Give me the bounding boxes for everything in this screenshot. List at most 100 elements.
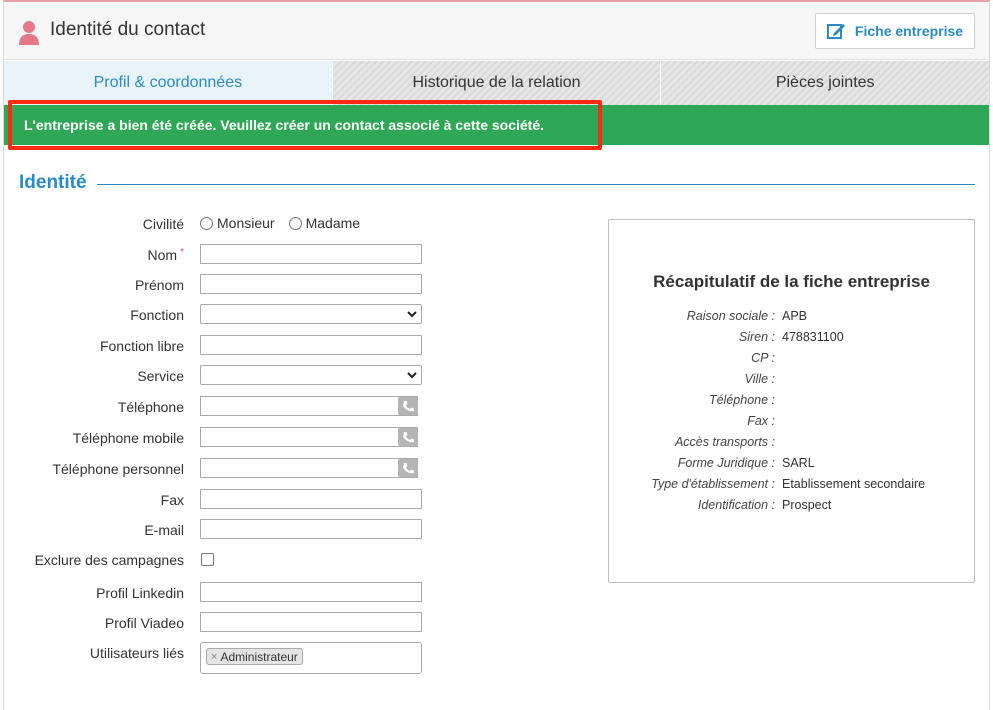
alert-highlight-box [8, 100, 602, 150]
phone-call-button[interactable] [398, 428, 418, 446]
fonction-label: Fonction [130, 307, 184, 323]
row-nom: Nom * [4, 244, 434, 266]
recap-value: Prospect [782, 498, 832, 512]
telephone-label: Téléphone [117, 399, 184, 415]
panel-header: Identité du contact Fiche entreprise [4, 2, 989, 60]
service-select[interactable] [200, 365, 422, 385]
utilisateurs-label: Utilisateurs liés [89, 645, 184, 661]
telephone-mobile-label: Téléphone mobile [72, 430, 184, 446]
radio-circle[interactable] [200, 216, 213, 230]
telephone-personnel-input[interactable] [200, 458, 418, 478]
radio-madame-label: Madame [305, 215, 361, 231]
viadeo-input[interactable] [200, 612, 422, 632]
telephone-personnel-label: Téléphone personnel [52, 461, 184, 477]
row-linkedin: Profil Linkedin [4, 582, 434, 604]
nom-label-text: Nom [147, 247, 178, 263]
fonction-libre-label: Fonction libre [99, 338, 184, 354]
recap-value: 478831100 [782, 330, 844, 344]
utilisateurs-multiselect[interactable]: × Administrateur [200, 642, 422, 674]
telephone-input[interactable] [200, 396, 418, 416]
phone-icon [402, 462, 414, 473]
radio-monsieur[interactable]: Monsieur [200, 215, 275, 231]
linkedin-label: Profil Linkedin [96, 585, 184, 601]
recap-key: Raison sociale : [686, 309, 775, 323]
row-email: E-mail [4, 519, 434, 541]
section-title: Identité [19, 172, 87, 193]
recap-key: CP : [751, 351, 775, 365]
chevron-down-icon [407, 311, 417, 318]
email-label: E-mail [144, 522, 184, 538]
fonction-libre-input[interactable] [200, 335, 422, 355]
fonction-select[interactable] [200, 304, 422, 324]
row-fonction: Fonction [4, 304, 434, 326]
edit-icon [826, 24, 845, 39]
tab-pieces-jointes[interactable]: Pièces jointes [660, 61, 990, 105]
recap-row: Accès transports : [609, 435, 974, 453]
row-fonction-libre: Fonction libre [4, 335, 434, 357]
recap-row: CP : [609, 351, 974, 369]
fax-label: Fax [160, 492, 184, 508]
fiche-entreprise-label: Fiche entreprise [854, 23, 964, 39]
recap-row: Identification : Prospect [609, 498, 974, 516]
user-chip: × Administrateur [206, 648, 303, 665]
page-title: Identité du contact [50, 19, 206, 40]
radio-monsieur-label: Monsieur [217, 215, 275, 231]
recap-row: Fax : [609, 414, 974, 432]
row-telephone-mobile: Téléphone mobile [4, 427, 434, 449]
recap-row: Forme Juridique : SARL [609, 456, 974, 474]
chip-remove-icon[interactable]: × [211, 651, 217, 663]
chevron-down-icon [407, 372, 417, 379]
phone-icon [402, 431, 414, 442]
recap-key: Forme Juridique : [677, 456, 775, 470]
email-input[interactable] [200, 519, 422, 539]
phone-call-button[interactable] [398, 459, 418, 477]
recap-key: Siren : [738, 330, 775, 344]
nom-label: Nom * [148, 247, 184, 263]
fiche-entreprise-button[interactable]: Fiche entreprise [815, 13, 975, 49]
row-telephone-personnel: Téléphone personnel [4, 458, 434, 480]
linkedin-input[interactable] [200, 582, 422, 602]
row-exclure: Exclure des campagnes [4, 549, 434, 571]
contact-panel: Identité du contact Fiche entreprise Pro… [3, 0, 990, 710]
tab-bar: Profil & coordonnées Historique de la re… [4, 61, 990, 105]
nom-input[interactable] [200, 244, 422, 264]
civilite-label: Civilité [142, 216, 184, 232]
row-fax: Fax [4, 489, 434, 511]
row-service: Service [4, 365, 434, 387]
recap-row: Ville : [609, 372, 974, 390]
recap-value: SARL [782, 456, 815, 470]
prenom-label: Prénom [134, 277, 184, 293]
exclure-checkbox[interactable] [201, 553, 214, 566]
recap-row: Raison sociale : APB [609, 309, 974, 327]
exclure-label: Exclure des campagnes [34, 552, 184, 568]
person-icon [19, 21, 39, 45]
recap-key: Accès transports : [674, 435, 775, 449]
recap-value: APB [782, 309, 808, 323]
recap-title: Récapitulatif de la fiche entreprise [653, 272, 930, 291]
radio-madame[interactable]: Madame [288, 215, 361, 231]
phone-call-button[interactable] [398, 397, 418, 415]
recap-key: Identification : [697, 498, 775, 512]
row-civilite: Civilité Monsieur Madame [4, 213, 434, 235]
row-utilisateurs: Utilisateurs liés × Administrateur [4, 642, 434, 676]
required-mark: * [180, 247, 184, 258]
radio-circle[interactable] [288, 216, 302, 230]
recap-row: Type d'établissement : Etablissement seco… [609, 477, 974, 495]
recap-row: Téléphone : [609, 393, 974, 411]
row-telephone: Téléphone [4, 396, 434, 418]
fax-input[interactable] [200, 489, 422, 509]
civilite-radio-group: Monsieur Madame [200, 215, 360, 231]
tab-historique[interactable]: Historique de la relation [331, 61, 661, 105]
prenom-input[interactable] [200, 274, 422, 294]
section-divider [97, 184, 975, 185]
telephone-mobile-input[interactable] [200, 427, 418, 447]
user-chip-label: Administrateur [220, 649, 298, 664]
recap-key: Ville : [744, 372, 775, 386]
recap-key: Type d'établissement : [651, 477, 775, 491]
recap-card: Récapitulatif de la fiche entreprise Rai… [608, 219, 975, 583]
recap-key: Fax : [747, 414, 775, 428]
row-viadeo: Profil Viadeo [4, 612, 434, 634]
tab-profil[interactable]: Profil & coordonnées [4, 61, 332, 105]
service-label: Service [137, 368, 184, 384]
phone-icon [402, 400, 414, 411]
